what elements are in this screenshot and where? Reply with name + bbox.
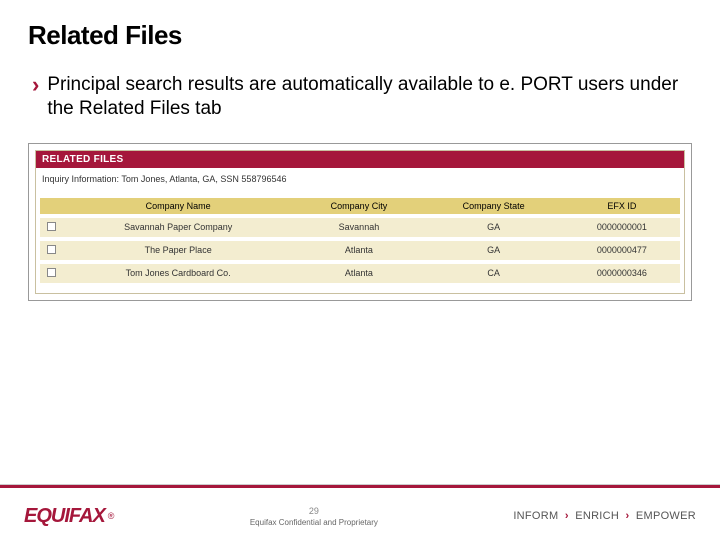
chevron-icon: › <box>626 510 630 522</box>
confidentiality-text: Equifax Confidential and Proprietary <box>114 518 513 527</box>
bullet-text: Principal search results are automatical… <box>47 73 692 121</box>
cell-efx: 0000000346 <box>564 264 680 283</box>
col-company-name: Company Name <box>62 198 294 214</box>
tag-empower: EMPOWER <box>636 510 696 522</box>
cell-efx: 0000000001 <box>564 218 680 237</box>
cell-state: CA <box>424 264 564 283</box>
row-checkbox[interactable] <box>47 222 56 231</box>
col-checkbox <box>40 198 62 214</box>
cell-name: Savannah Paper Company <box>62 218 294 237</box>
table-header-row: Company Name Company City Company State … <box>40 198 680 214</box>
table-row: The Paper Place Atlanta GA 0000000477 <box>40 241 680 260</box>
registered-icon: ® <box>108 511 115 521</box>
table-row: Savannah Paper Company Savannah GA 00000… <box>40 218 680 237</box>
inquiry-info: Inquiry Information: Tom Jones, Atlanta,… <box>36 168 684 194</box>
row-checkbox[interactable] <box>47 245 56 254</box>
col-efx-id: EFX ID <box>564 198 680 214</box>
cell-city: Atlanta <box>294 241 423 260</box>
cell-city: Atlanta <box>294 264 423 283</box>
cell-state: GA <box>424 241 564 260</box>
col-company-state: Company State <box>424 198 564 214</box>
logo-text: EQUIFAX <box>24 505 105 528</box>
col-company-city: Company City <box>294 198 423 214</box>
chevron-icon: › <box>32 73 39 97</box>
tagline: INFORM › ENRICH › EMPOWER <box>513 510 696 522</box>
cell-efx: 0000000477 <box>564 241 680 260</box>
cell-state: GA <box>424 218 564 237</box>
slide-title: Related Files <box>28 20 692 51</box>
chevron-icon: › <box>565 510 569 522</box>
related-files-panel: RELATED FILES Inquiry Information: Tom J… <box>28 143 692 301</box>
results-table: Company Name Company City Company State … <box>36 194 684 293</box>
footer-center: 29 Equifax Confidential and Proprietary <box>114 506 513 527</box>
panel-header: RELATED FILES <box>36 151 684 168</box>
cell-name: The Paper Place <box>62 241 294 260</box>
cell-city: Savannah <box>294 218 423 237</box>
page-number: 29 <box>114 506 513 516</box>
tag-inform: INFORM <box>513 510 558 522</box>
slide-footer: EQUIFAX ® 29 Equifax Confidential and Pr… <box>0 484 720 540</box>
cell-name: Tom Jones Cardboard Co. <box>62 264 294 283</box>
table-row: Tom Jones Cardboard Co. Atlanta CA 00000… <box>40 264 680 283</box>
tag-enrich: ENRICH <box>575 510 619 522</box>
bullet-item: › Principal search results are automatic… <box>28 73 692 121</box>
equifax-logo: EQUIFAX ® <box>24 505 114 528</box>
row-checkbox[interactable] <box>47 268 56 277</box>
